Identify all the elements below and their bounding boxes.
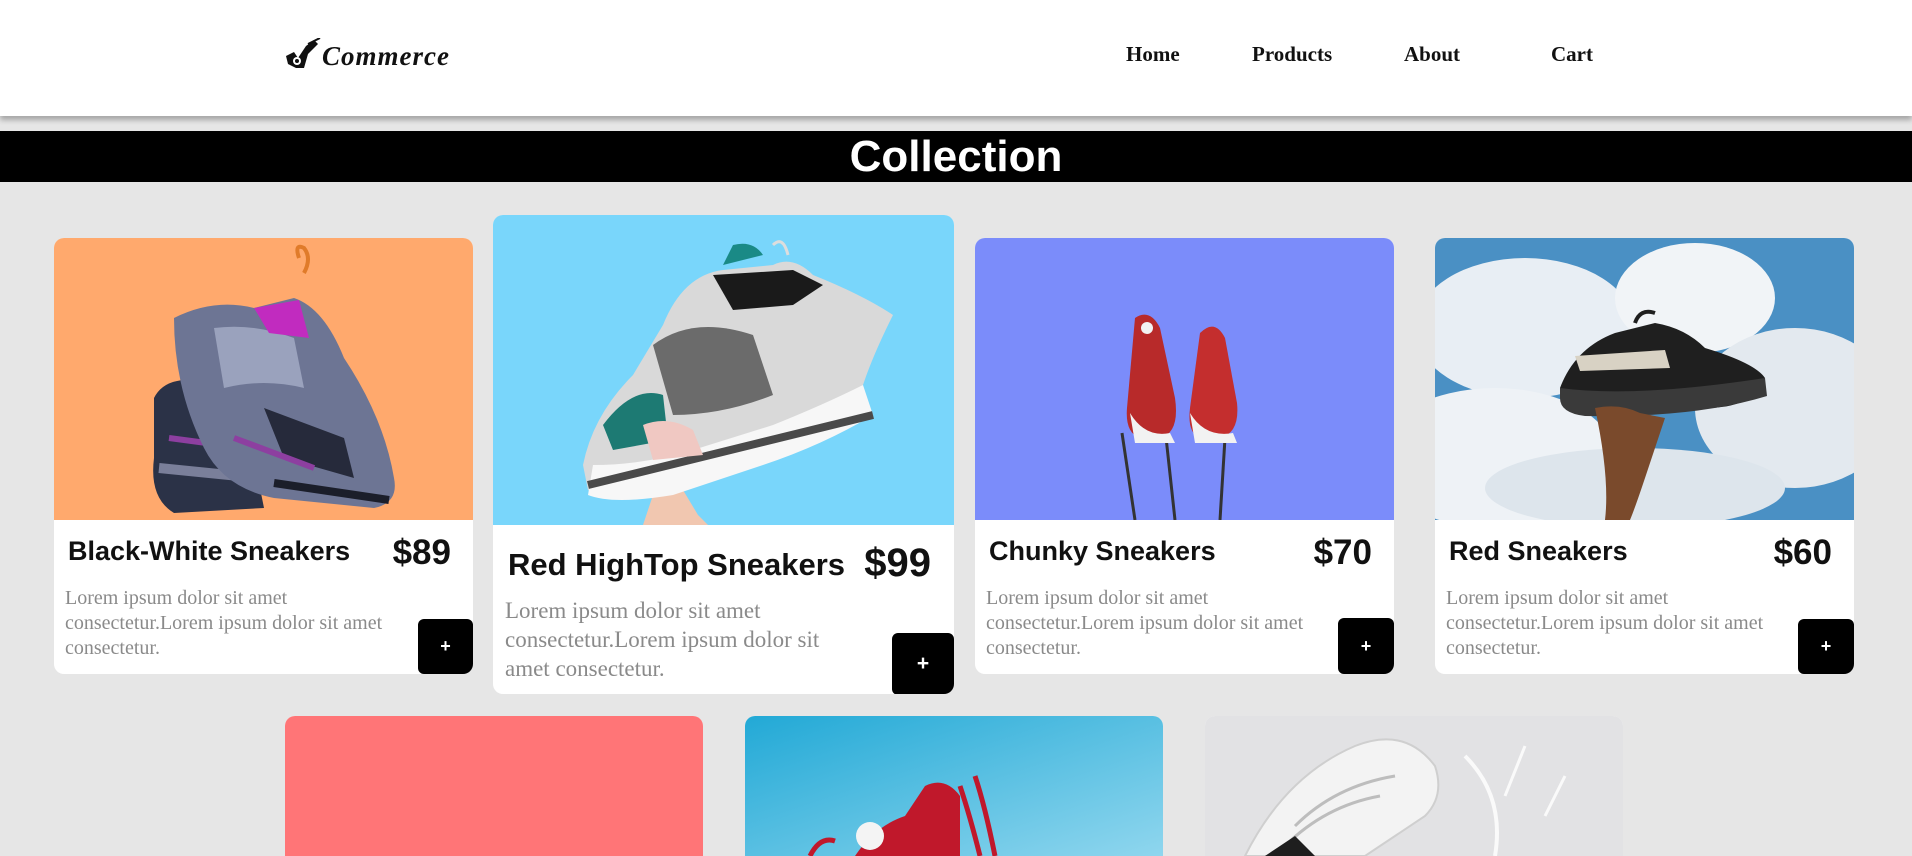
product-name: Black-White Sneakers [68, 536, 351, 566]
add-to-cart-button[interactable]: + [1338, 618, 1394, 674]
product-image [493, 215, 954, 525]
add-to-cart-button[interactable]: + [1798, 619, 1854, 674]
product-image [1205, 716, 1623, 856]
site-header: Commerce Home Products About Cart [0, 0, 1912, 116]
nav-products[interactable]: Products [1252, 42, 1332, 67]
product-image [285, 716, 703, 856]
add-to-cart-button[interactable]: + [418, 619, 473, 674]
product-description: Lorem ipsum dolor sit amet consectetur.L… [986, 587, 1304, 659]
product-name: Red Sneakers [1449, 536, 1628, 566]
product-image [745, 716, 1163, 856]
product-description: Lorem ipsum dolor sit amet consectetur.L… [1446, 587, 1764, 659]
product-image [1435, 238, 1854, 520]
product-description: Lorem ipsum dolor sit amet consectetur.L… [505, 598, 820, 681]
product-card: Red Sneakers $60 Lorem ipsum dolor sit a… [1435, 238, 1854, 674]
collection-title: Collection [849, 132, 1063, 181]
product-card [1205, 716, 1623, 856]
add-to-cart-button[interactable]: + [892, 633, 954, 694]
product-description: Lorem ipsum dolor sit amet consectetur.L… [65, 587, 383, 659]
product-price: $60 [1773, 533, 1832, 572]
nav-about[interactable]: About [1404, 42, 1460, 67]
nav-cart[interactable]: Cart [1551, 42, 1593, 67]
product-card: Red HighTop Sneakers $99 Lorem ipsum dol… [493, 215, 954, 694]
product-price: $89 [392, 533, 451, 572]
product-image [54, 238, 473, 520]
main-nav: Home Products About Cart [0, 42, 1912, 72]
product-card [745, 716, 1163, 856]
product-name: Red HighTop Sneakers [508, 547, 846, 582]
product-image [975, 238, 1394, 520]
product-name: Chunky Sneakers [989, 536, 1216, 566]
nav-home[interactable]: Home [1126, 42, 1180, 67]
product-card [285, 716, 703, 856]
product-card: Black-White Sneakers $89 Lorem ipsum dol… [54, 238, 473, 674]
collection-banner: Collection [0, 131, 1912, 182]
product-price: $70 [1313, 533, 1372, 572]
product-price: $99 [864, 541, 931, 585]
product-card: Chunky Sneakers $70 Lorem ipsum dolor si… [975, 238, 1394, 674]
